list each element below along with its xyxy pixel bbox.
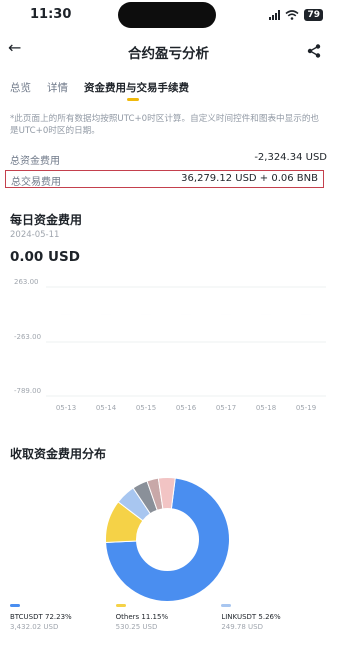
legend-swatch <box>10 604 20 607</box>
page-title: 合约盈亏分析 <box>128 46 209 62</box>
legend-amount: 249.78 USD <box>221 623 264 631</box>
wifi-icon <box>285 10 299 20</box>
legend-item[interactable]: BTCUSDT 72.23% 3,432.02 USD <box>10 604 116 631</box>
daily-funding-amount: 0.00 USD <box>10 249 80 265</box>
status-icons: 79 <box>269 9 323 21</box>
tab-overview[interactable]: 总览 <box>10 80 31 95</box>
legend-label: LINKUSDT 5.26% <box>221 613 281 621</box>
timezone-note: *此页面上的所有数据均按照UTC+0时区计算。自定义时间控件和图表中显示的也是U… <box>10 114 320 136</box>
summary-value: 36,279.12 USD + 0.06 BNB <box>181 173 318 184</box>
x-tick-label: 05-19 <box>296 404 316 412</box>
y-tick-label: -789.00 <box>14 387 41 395</box>
tab-funding-fees[interactable]: 资金费用与交易手续费 <box>84 80 189 95</box>
y-tick-label: -263.00 <box>14 333 41 341</box>
summary-row-funding: 总资金费用 -2,324.34 USD <box>10 152 327 167</box>
legend-item[interactable]: Others 11.15% 530.25 USD <box>115 604 222 631</box>
tab-bar: 总览 详情 资金费用与交易手续费 <box>10 80 205 95</box>
legend-amount: 530.25 USD <box>115 623 158 631</box>
legend-amount: 3,432.02 USD <box>10 623 59 631</box>
legend-swatch <box>115 604 126 607</box>
tab-details[interactable]: 详情 <box>47 80 68 95</box>
legend-swatch <box>221 604 232 607</box>
legend-item[interactable]: LINKUSDT 5.26% 249.78 USD <box>221 604 327 631</box>
distribution-donut-chart[interactable] <box>100 472 235 607</box>
x-tick-label: 05-15 <box>136 404 156 412</box>
summary-value: -2,324.34 USD <box>254 152 327 163</box>
signal-icon <box>269 10 281 20</box>
legend-label: BTCUSDT 72.23% <box>10 613 72 621</box>
distribution-title: 收取资金费用分布 <box>10 447 107 461</box>
x-tick-label: 05-18 <box>256 404 276 412</box>
summary-label: 总交易费用 <box>11 177 61 188</box>
active-tab-indicator <box>127 98 139 101</box>
legend-label: Others 11.15% <box>115 613 169 621</box>
summary-row-trading-fee: 总交易费用 36,279.12 USD + 0.06 BNB <box>5 170 324 188</box>
donut-legend: BTCUSDT 72.23% 3,432.02 USD Others 11.15… <box>10 604 327 631</box>
x-tick-label: 05-14 <box>96 404 117 412</box>
x-tick-label: 05-13 <box>56 404 76 412</box>
daily-funding-chart[interactable]: 263.00 -263.00 -789.00 05-13 05-14 05-15 05-16… <box>0 270 337 420</box>
x-tick-label: 05-17 <box>216 404 236 412</box>
status-time: 11:30 <box>30 7 72 22</box>
daily-funding-date: 2024-05-11 <box>10 230 60 240</box>
share-icon[interactable] <box>307 44 321 58</box>
dynamic-island <box>118 2 216 28</box>
x-tick-label: 05-16 <box>176 404 197 412</box>
summary-label: 总资金费用 <box>10 156 60 167</box>
y-tick-label: 263.00 <box>14 278 39 286</box>
battery-icon: 79 <box>304 9 323 21</box>
daily-funding-title: 每日资金费用 <box>10 213 83 227</box>
